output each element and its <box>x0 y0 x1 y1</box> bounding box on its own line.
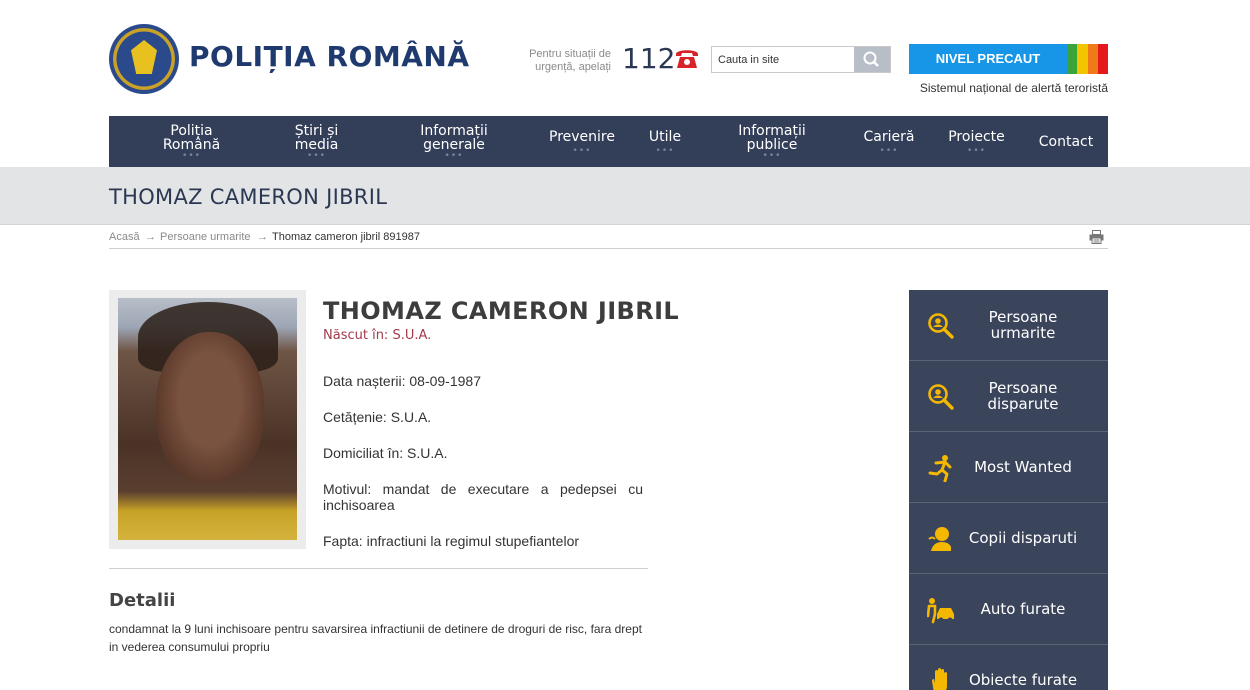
page-title: THOMAZ CAMERON JIBRIL <box>109 185 388 209</box>
car-thief-icon <box>927 598 954 624</box>
nav-item-line2: generale <box>423 137 485 153</box>
sidebar-item-label: Most Wanted <box>974 458 1072 476</box>
search-icon <box>863 51 879 67</box>
sidebar-menu: Persoane urmarite Persoane disparute Mos… <box>909 290 1108 690</box>
breadcrumb-current: Thomaz cameron jibril 891987 <box>272 231 420 243</box>
nav-item-politia-romana[interactable]: Poliția Română ••• <box>154 116 229 167</box>
nav-item-contact[interactable]: Contact <box>1031 116 1101 167</box>
person-citizenship: Cetățenie: S.U.A. <box>323 409 432 425</box>
emergency-number: 112 <box>622 42 676 75</box>
person-domicile: Domiciliat în: S.U.A. <box>323 445 448 461</box>
main-nav: Poliția Română ••• Știri și media ••• In… <box>109 116 1108 167</box>
nav-item-prevenire[interactable]: Prevenire ••• <box>542 116 622 167</box>
sidebar-item-label: Obiecte furate <box>968 671 1078 689</box>
nav-item-line2: Română <box>162 137 221 153</box>
section-divider <box>109 568 648 569</box>
child-icon <box>928 527 951 551</box>
nav-item-informatii-generale[interactable]: Informații generale ••• <box>409 116 499 167</box>
sidebar-item-most-wanted[interactable]: Most Wanted <box>909 432 1108 503</box>
nav-item-informatii-publice[interactable]: Informații publice ••• <box>727 116 817 167</box>
print-icon[interactable] <box>1089 230 1104 244</box>
emergency-text-line2: urgență, apelați <box>535 61 611 73</box>
search-button[interactable] <box>854 47 890 72</box>
breadcrumb-separator: → <box>145 231 156 243</box>
nav-dots: ••• <box>762 151 782 161</box>
breadcrumb-home[interactable]: Acasă <box>109 231 140 243</box>
nav-item-cariera[interactable]: Carieră ••• <box>854 116 924 167</box>
sidebar-item-copii-disparuti[interactable]: Copii disparuti <box>909 503 1108 574</box>
site-header: POLIȚIA ROMÂNĂ Pentru situații de urgenț… <box>0 0 1250 110</box>
photo-face <box>156 332 264 482</box>
nav-item-line1: Contact <box>1038 133 1094 150</box>
nav-item-proiecte[interactable]: Proiecte ••• <box>939 116 1014 167</box>
sidebar-item-label: Auto furate <box>980 600 1066 618</box>
alert-level-banner[interactable]: NIVEL PRECAUT <box>909 44 1108 74</box>
nav-dots: ••• <box>879 145 899 156</box>
nav-item-line1: Informații <box>420 123 488 139</box>
nav-item-line2: media <box>294 137 339 153</box>
site-brand-title[interactable]: POLIȚIA ROMÂNĂ <box>189 40 470 73</box>
nav-item-utile[interactable]: Utile ••• <box>640 116 690 167</box>
running-person-icon <box>928 455 952 482</box>
page-title-band: THOMAZ CAMERON JIBRIL <box>0 167 1250 225</box>
breadcrumb-section[interactable]: Persoane urmarite <box>160 231 251 243</box>
nav-item-line2: publice <box>746 137 798 153</box>
phone-icon <box>676 50 698 68</box>
sidebar-item-persoane-urmarite[interactable]: Persoane urmarite <box>909 290 1108 361</box>
nav-item-stiri-media[interactable]: Știri și media ••• <box>279 116 354 167</box>
alert-bar-yellow <box>1077 44 1088 74</box>
magnifier-person-icon <box>928 384 954 410</box>
sidebar-item-label: Persoane disparute <box>987 379 1059 413</box>
sidebar-item-auto-furate[interactable]: Auto furate <box>909 574 1108 645</box>
breadcrumb: Acasă → Persoane urmarite → Thomaz camer… <box>109 231 1108 249</box>
nav-dots: ••• <box>967 145 986 156</box>
nav-item-line1: Poliția <box>170 123 213 139</box>
search-box <box>711 46 891 73</box>
search-input[interactable] <box>712 47 855 72</box>
alert-system-subtitle[interactable]: Sistemul național de alertă teroristă <box>909 81 1108 95</box>
alert-bar-orange <box>1087 44 1098 74</box>
sidebar-item-label: Persoane urmarite <box>988 308 1058 342</box>
alert-level-label: NIVEL PRECAUT <box>935 51 1041 66</box>
breadcrumb-separator: → <box>257 231 268 243</box>
sidebar-item-label: Copii disparuti <box>968 529 1078 547</box>
details-title: Detalii <box>109 590 176 611</box>
sidebar-item-obiecte-furate[interactable]: Obiecte furate <box>909 645 1108 690</box>
police-logo[interactable] <box>109 24 179 94</box>
alert-level-bars <box>1067 44 1108 74</box>
nav-dots: ••• <box>307 151 326 161</box>
person-reason: Motivul: mandat de executare a pedepsei … <box>323 481 643 513</box>
nav-item-line1: Prevenire <box>549 128 615 145</box>
person-offense: Fapta: infractiuni la regimul stupefiant… <box>323 533 580 549</box>
emergency-text-line1: Pentru situații de <box>529 48 611 60</box>
person-birthplace: Născut în: S.U.A. <box>323 328 432 343</box>
nav-dots: ••• <box>182 151 201 161</box>
magnifier-person-icon <box>928 313 954 339</box>
alert-bar-green <box>1067 44 1078 74</box>
nav-item-line1: Carieră <box>863 128 915 145</box>
nav-item-line1: Utile <box>648 128 682 145</box>
details-text: condamnat la 9 luni inchisoare pentru sa… <box>109 622 642 654</box>
alert-bar-red <box>1097 44 1108 74</box>
nav-dots: ••• <box>572 145 592 156</box>
person-photo[interactable] <box>118 298 297 540</box>
person-name: THOMAZ CAMERON JIBRIL <box>323 297 680 325</box>
nav-dots: ••• <box>444 151 464 161</box>
sidebar-item-persoane-disparute[interactable]: Persoane disparute <box>909 361 1108 432</box>
nav-item-line1: Informații <box>738 123 806 139</box>
hand-icon <box>932 668 947 690</box>
nav-item-line1: Proiecte <box>948 128 1005 145</box>
eagle-emblem-icon <box>131 40 157 74</box>
person-birth-date: Data nașterii: 08-09-1987 <box>323 373 481 389</box>
nav-item-line1: Știri și <box>294 123 339 139</box>
nav-dots: ••• <box>655 145 675 156</box>
emergency-text: Pentru situații de urgență, apelați <box>520 48 611 74</box>
